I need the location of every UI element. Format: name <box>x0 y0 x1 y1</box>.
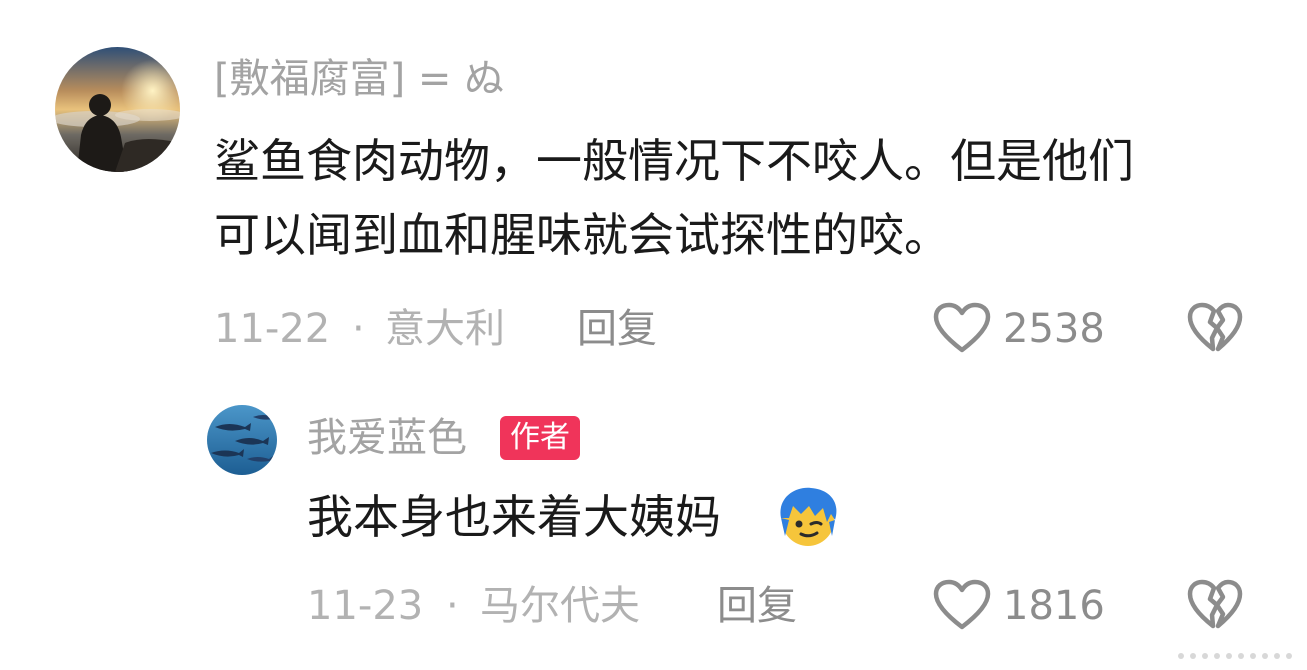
comment-username[interactable]: [敷福腐富] = ぬ <box>214 55 504 103</box>
author-badge: 作者 <box>500 416 580 460</box>
meta-separator: · <box>352 306 365 352</box>
comment-date: 11-22 <box>214 306 331 352</box>
like-button[interactable] <box>933 302 991 354</box>
comment-text-line-2: 可以闻到血和腥味就会试探性的咬。 <box>214 208 950 262</box>
reply-reply-button[interactable]: 回复 <box>717 582 797 630</box>
reply-user-avatar[interactable] <box>207 405 277 475</box>
heart-outline-icon <box>933 579 991 630</box>
reply-dislike-button[interactable] <box>1187 579 1243 631</box>
reply-text: 我本身也来着大姨妈 <box>307 490 721 544</box>
watermark-dots <box>1175 648 1295 664</box>
reply-meta-separator: · <box>446 583 459 629</box>
like-count: 2538 <box>1003 306 1105 352</box>
reply-username[interactable]: 我爱蓝色 <box>307 414 467 462</box>
comment-location: 意大利 <box>385 306 505 352</box>
reply-location: 马尔代夫 <box>480 583 640 629</box>
heart-outline-icon <box>933 302 991 353</box>
user-avatar[interactable] <box>55 47 180 172</box>
reply-date: 11-23 <box>307 583 424 629</box>
dislike-button[interactable] <box>1187 302 1243 354</box>
blue-hair-smirk-emoji <box>775 484 841 550</box>
sunset-silhouette-avatar <box>55 47 180 172</box>
comment-thread: [敷福腐富] = ぬ 鲨鱼食肉动物，一般情况下不咬人。但是他们 可以闻到血和腥味… <box>0 0 1307 670</box>
comment-text-line-1: 鲨鱼食肉动物，一般情况下不咬人。但是他们 <box>214 134 1134 188</box>
broken-heart-icon <box>1187 579 1243 629</box>
fish-school-avatar <box>207 405 277 475</box>
reply-button[interactable]: 回复 <box>577 305 657 353</box>
reply-like-button[interactable] <box>933 579 991 631</box>
reply-like-count: 1816 <box>1003 583 1105 629</box>
broken-heart-icon <box>1187 302 1243 352</box>
